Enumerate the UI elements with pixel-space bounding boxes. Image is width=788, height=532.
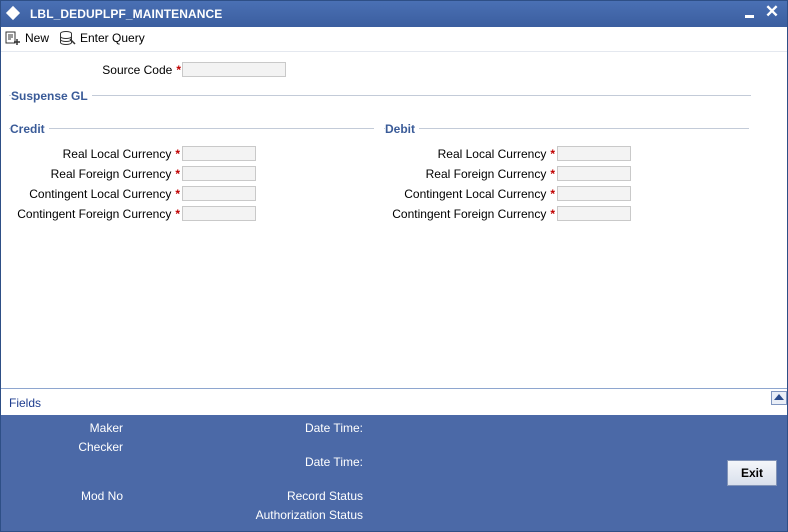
authorization-status-label: Authorization Status: [255, 508, 363, 522]
credit-contingent-local-label: Contingent Local Currency *: [1, 187, 180, 201]
debit-real-local-input[interactable]: [557, 146, 631, 161]
debit-real-foreign-label-text: Real Foreign Currency: [425, 167, 547, 181]
debit-contingent-foreign-label-text: Contingent Foreign Currency: [392, 207, 547, 221]
debit-title: Debit: [385, 122, 419, 136]
credit-real-foreign-input[interactable]: [182, 166, 256, 181]
form-area: Source Code * Suspense GL Credit Real Loc…: [1, 52, 787, 388]
database-query-icon: [60, 31, 76, 45]
required-marker: *: [550, 187, 555, 201]
close-icon[interactable]: ✕: [764, 2, 780, 22]
checker-date-time-label: Date Time:: [304, 455, 363, 469]
new-button[interactable]: New: [5, 27, 49, 49]
credit-real-local-input[interactable]: [182, 146, 256, 161]
credit-real-foreign-label-text: Real Foreign Currency: [50, 167, 172, 181]
toolbar: New Enter Query: [1, 27, 787, 52]
required-marker: *: [175, 167, 180, 181]
source-code-label: Source Code *: [21, 63, 181, 77]
title-bar: LBL_DEDUPLPF_MAINTENANCE ✕: [1, 1, 787, 27]
fields-bar: Fields: [1, 388, 787, 415]
required-marker: *: [175, 207, 180, 221]
enter-query-button-label: Enter Query: [80, 31, 145, 45]
debit-contingent-local-label-text: Contingent Local Currency: [404, 187, 547, 201]
credit-contingent-foreign-input[interactable]: [182, 206, 256, 221]
exit-button[interactable]: Exit: [727, 460, 777, 486]
debit-real-foreign-label: Real Foreign Currency *: [376, 167, 555, 181]
debit-contingent-local-input[interactable]: [557, 186, 631, 201]
mod-no-label: Mod No: [80, 489, 123, 503]
source-code-input[interactable]: [182, 62, 286, 77]
maintenance-window: LBL_DEDUPLPF_MAINTENANCE ✕ New Enter Que…: [0, 0, 788, 532]
suspense-gl-title: Suspense GL: [11, 89, 92, 103]
record-status-label: Record Status: [286, 489, 363, 503]
credit-contingent-foreign-label: Contingent Foreign Currency *: [1, 207, 180, 221]
debit-divider: [384, 128, 749, 129]
credit-real-local-label-text: Real Local Currency: [62, 147, 172, 161]
source-code-label-text: Source Code: [102, 63, 173, 77]
window-title: LBL_DEDUPLPF_MAINTENANCE: [30, 7, 223, 21]
debit-contingent-foreign-label: Contingent Foreign Currency *: [376, 207, 555, 221]
debit-real-foreign-input[interactable]: [557, 166, 631, 181]
required-marker: *: [176, 63, 181, 77]
debit-contingent-foreign-input[interactable]: [557, 206, 631, 221]
required-marker: *: [550, 207, 555, 221]
suspense-gl-divider: [9, 95, 751, 96]
minimize-icon[interactable]: [745, 15, 754, 18]
enter-query-button[interactable]: Enter Query: [59, 27, 145, 49]
required-marker: *: [175, 147, 180, 161]
credit-divider: [9, 128, 374, 129]
debit-real-local-label-text: Real Local Currency: [437, 147, 547, 161]
checker-label: Checker: [78, 440, 123, 454]
credit-contingent-foreign-label-text: Contingent Foreign Currency: [17, 207, 172, 221]
debit-contingent-local-label: Contingent Local Currency *: [376, 187, 555, 201]
credit-real-local-label: Real Local Currency *: [1, 147, 180, 161]
credit-real-foreign-label: Real Foreign Currency *: [1, 167, 180, 181]
debit-real-local-label: Real Local Currency *: [376, 147, 555, 161]
maker-label: Maker: [89, 421, 123, 435]
fields-link[interactable]: Fields: [9, 396, 41, 410]
required-marker: *: [550, 167, 555, 181]
required-marker: *: [550, 147, 555, 161]
required-marker: *: [175, 187, 180, 201]
new-document-icon: [5, 31, 20, 45]
credit-title: Credit: [10, 122, 49, 136]
app-diamond-icon: [5, 5, 21, 21]
maker-date-time-label: Date Time:: [304, 421, 363, 435]
credit-contingent-local-input[interactable]: [182, 186, 256, 201]
audit-panel: Maker Checker Mod No Date Time: Date Tim…: [1, 415, 787, 531]
credit-contingent-local-label-text: Contingent Local Currency: [29, 187, 172, 201]
collapse-up-icon[interactable]: [771, 391, 787, 405]
new-button-label: New: [25, 31, 50, 45]
